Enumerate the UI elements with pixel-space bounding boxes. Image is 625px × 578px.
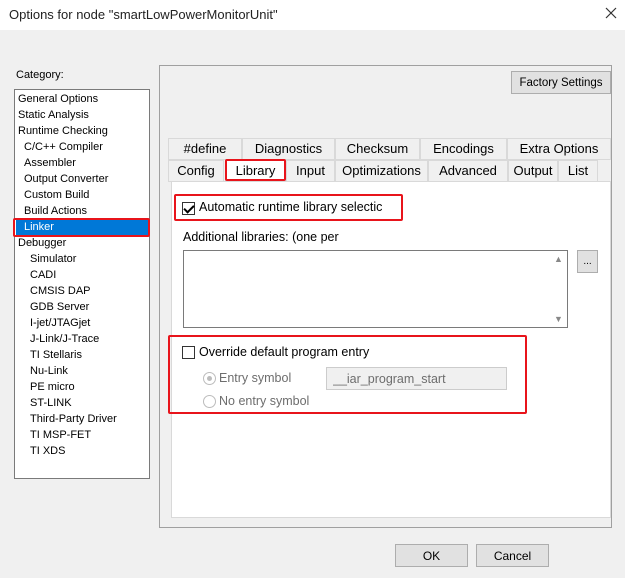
category-item[interactable]: C/C++ Compiler xyxy=(24,139,103,155)
tab-define[interactable]: #define xyxy=(168,138,242,160)
category-label: Category: xyxy=(16,69,64,81)
tab-list[interactable]: List xyxy=(558,160,598,182)
category-item[interactable]: TI Stellaris xyxy=(30,347,82,363)
category-item[interactable]: Output Converter xyxy=(24,171,108,187)
tab-advanced[interactable]: Advanced xyxy=(428,160,508,182)
no-entry-symbol-label: No entry symbol xyxy=(219,394,310,408)
no-entry-symbol-radio[interactable] xyxy=(203,395,216,408)
close-icon[interactable] xyxy=(603,5,619,21)
category-item[interactable]: Simulator xyxy=(30,251,76,267)
cancel-button[interactable]: Cancel xyxy=(476,544,549,567)
category-list[interactable]: General Options Static Analysis Runtime Ch… xyxy=(14,89,150,479)
category-item[interactable]: TI XDS xyxy=(30,443,65,459)
category-item[interactable]: Custom Build xyxy=(24,187,89,203)
category-item[interactable]: Assembler xyxy=(24,155,76,171)
category-item[interactable]: General Options xyxy=(18,91,98,107)
tab-checksum[interactable]: Checksum xyxy=(335,138,420,160)
category-item[interactable]: Nu-Link xyxy=(30,363,68,379)
additional-libraries-list[interactable]: ▲ ▼ xyxy=(183,250,568,328)
ok-button[interactable]: OK xyxy=(395,544,468,567)
category-item[interactable]: Runtime Checking xyxy=(18,123,108,139)
factory-settings-button[interactable]: Factory Settings xyxy=(511,71,611,94)
tab-config[interactable]: Config xyxy=(168,160,224,182)
override-entry-checkbox[interactable] xyxy=(182,346,195,359)
category-item[interactable]: J-Link/J-Trace xyxy=(30,331,99,347)
tab-diagnostics[interactable]: Diagnostics xyxy=(242,138,335,160)
category-item[interactable]: Build Actions xyxy=(24,203,87,219)
category-item[interactable]: Third-Party Driver xyxy=(30,411,117,427)
category-item[interactable]: TI MSP-FET xyxy=(30,427,91,443)
library-tab-highlight-box xyxy=(225,159,286,181)
tab-optimizations[interactable]: Optimizations xyxy=(335,160,428,182)
tab-encodings[interactable]: Encodings xyxy=(420,138,507,160)
category-item[interactable]: Static Analysis xyxy=(18,107,89,123)
window-title: Options for node "smartLowPowerMonitorUn… xyxy=(9,7,278,22)
additional-libraries-label: Additional libraries: (one per xyxy=(183,230,339,244)
category-item[interactable]: CADI xyxy=(30,267,56,283)
category-item[interactable]: Debugger xyxy=(18,235,66,251)
category-item[interactable]: PE micro xyxy=(30,379,75,395)
title-bar: Options for node "smartLowPowerMonitorUn… xyxy=(0,0,625,30)
browse-libraries-button[interactable]: ... xyxy=(577,250,598,273)
category-item[interactable]: I-jet/JTAGjet xyxy=(30,315,90,331)
entry-symbol-label: Entry symbol xyxy=(219,371,292,385)
category-item[interactable]: ST-LINK xyxy=(30,395,72,411)
tab-output[interactable]: Output xyxy=(508,160,558,182)
category-item[interactable]: GDB Server xyxy=(30,299,89,315)
entry-symbol-input[interactable] xyxy=(326,367,507,390)
auto-runtime-highlight-box xyxy=(174,194,403,221)
tab-input[interactable]: Input xyxy=(286,160,335,182)
scroll-down-icon[interactable]: ▼ xyxy=(554,314,563,324)
tab-extra-options[interactable]: Extra Options xyxy=(507,138,611,160)
override-entry-label[interactable]: Override default program entry xyxy=(199,345,369,359)
entry-symbol-radio[interactable] xyxy=(203,372,216,385)
scroll-up-icon[interactable]: ▲ xyxy=(554,254,563,264)
linker-highlight-box xyxy=(13,218,150,237)
category-item[interactable]: CMSIS DAP xyxy=(30,283,91,299)
